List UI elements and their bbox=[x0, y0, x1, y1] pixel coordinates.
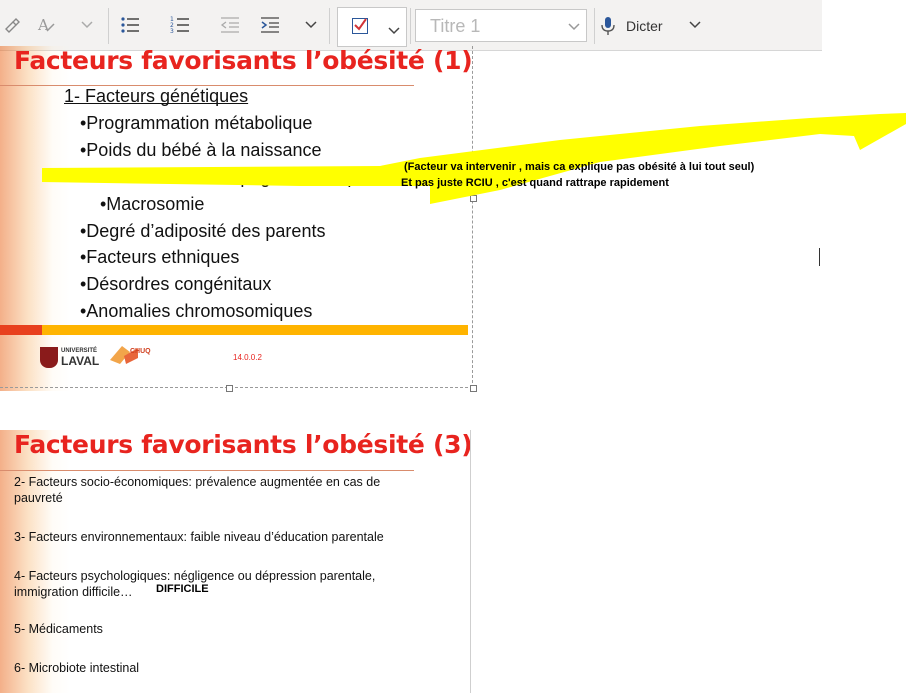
decrease-indent-icon[interactable] bbox=[218, 12, 242, 38]
style-select-value: Titre 1 bbox=[430, 16, 481, 36]
universite-laval-logo: UNIVERSITÉ LAVAL bbox=[40, 346, 99, 370]
list-item: 3- Facteurs environnementaux: faible niv… bbox=[14, 530, 384, 544]
chuq-emblem-icon bbox=[110, 346, 138, 364]
dictate-button[interactable]: Dicter bbox=[600, 12, 663, 40]
list-item: 5- Médicaments bbox=[14, 622, 103, 636]
slide-title: Facteurs favorisants l’obésité (1) bbox=[14, 46, 472, 75]
chuq-logo: CHUQ bbox=[108, 342, 154, 372]
format-painter-icon[interactable] bbox=[2, 12, 22, 38]
bullet-item: •Degré d’adiposité des parents bbox=[80, 221, 326, 241]
chevron-down-icon[interactable] bbox=[78, 12, 96, 38]
list-item: 4- Facteurs psychologiques: négligence o… bbox=[14, 569, 376, 599]
checklist-button[interactable] bbox=[337, 7, 407, 47]
slide-2-border bbox=[470, 430, 471, 693]
increase-indent-icon[interactable] bbox=[258, 12, 282, 38]
checkbox-icon bbox=[352, 18, 368, 34]
bullet-item: •Anomalies chromosomiques bbox=[80, 301, 313, 321]
bullet-item: •RCIU avec rattrapage initial rapide bbox=[100, 167, 382, 187]
resize-handle[interactable] bbox=[470, 195, 477, 202]
flame-decoration bbox=[0, 46, 70, 391]
bullet-item: •Programmation métabolique bbox=[80, 113, 313, 133]
numbered-list-icon[interactable]: 123 bbox=[168, 12, 192, 38]
bullet-list-icon[interactable] bbox=[118, 12, 142, 38]
paragraph-style-select[interactable]: Titre 1 bbox=[415, 9, 587, 42]
text-cursor bbox=[819, 248, 820, 266]
svg-text:A: A bbox=[37, 16, 49, 34]
chevron-down-icon bbox=[568, 23, 580, 31]
bullet-item: •Facteurs ethniques bbox=[80, 247, 240, 267]
ribbon-toolbar: A 123 Titre 1 Dicter bbox=[0, 0, 822, 51]
dictate-label: Dicter bbox=[626, 18, 663, 34]
title-divider bbox=[0, 470, 414, 471]
list-item: 6- Microbiote intestinal bbox=[14, 661, 140, 675]
list-item: 2- Facteurs socio-économiques: prévalenc… bbox=[14, 475, 381, 505]
annotation-note: (Facteur va intervenir , mais ca expliqu… bbox=[404, 161, 755, 173]
slide-2[interactable]: Facteurs favorisants l’obésité (3) 2- Fa… bbox=[0, 430, 472, 693]
chevron-down-icon[interactable] bbox=[388, 22, 400, 40]
chevron-down-icon[interactable] bbox=[302, 12, 320, 38]
bullet-item: •Poids du bébé à la naissance bbox=[80, 140, 322, 160]
clear-formatting-icon[interactable]: A bbox=[36, 12, 58, 38]
microphone-icon bbox=[601, 17, 615, 35]
svg-text:3: 3 bbox=[170, 28, 174, 35]
shield-icon bbox=[40, 347, 58, 368]
section-heading: 1- Facteurs génétiques bbox=[64, 86, 249, 106]
annotation-note: Et pas juste RCIU , c'est quand rattrape… bbox=[401, 177, 669, 189]
bullet-item: •Désordres congénitaux bbox=[80, 274, 272, 294]
slide-title: Facteurs favorisants l’obésité (3) bbox=[14, 430, 472, 459]
resize-handle[interactable] bbox=[226, 385, 233, 392]
footer-band-accent bbox=[0, 325, 42, 335]
slide-code: 14.0.0.2 bbox=[233, 353, 262, 362]
annotation-note: DIFFICILE bbox=[156, 583, 209, 595]
slide-1[interactable]: Facteurs favorisants l’obésité (1) 1- Fa… bbox=[0, 46, 472, 391]
resize-handle[interactable] bbox=[470, 385, 477, 392]
footer-band bbox=[0, 325, 468, 335]
chevron-down-icon[interactable] bbox=[686, 12, 704, 38]
bullet-item: •Macrosomie bbox=[100, 194, 205, 214]
